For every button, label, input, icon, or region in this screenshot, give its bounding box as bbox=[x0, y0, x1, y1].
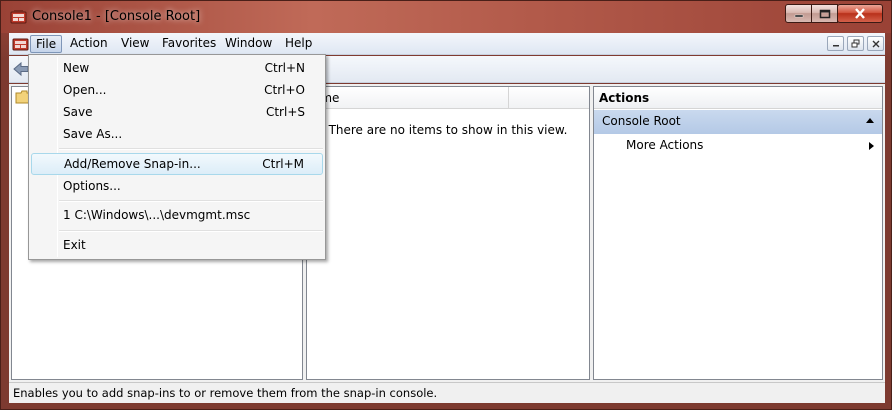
title-bar[interactable]: Console1 - [Console Root] bbox=[1, 1, 891, 33]
menu-item-label: New bbox=[63, 61, 90, 75]
menu-view[interactable]: View bbox=[116, 35, 154, 53]
menu-window[interactable]: Window bbox=[220, 35, 277, 53]
menu-favorites[interactable]: Favorites bbox=[157, 35, 221, 53]
close-icon bbox=[855, 8, 865, 19]
menu-item-recent-file[interactable]: 1 C:\Windows\...\devmgmt.msc bbox=[31, 205, 323, 227]
menu-item-save[interactable]: Save Ctrl+S bbox=[31, 102, 323, 124]
menu-item-label: 1 C:\Windows\...\devmgmt.msc bbox=[63, 208, 251, 222]
window-title: Console1 - [Console Root] bbox=[32, 9, 201, 24]
status-bar: Enables you to add snap-ins to or remove… bbox=[9, 382, 885, 403]
minimize-icon bbox=[832, 44, 839, 46]
menu-item-label: Save As... bbox=[63, 127, 123, 141]
child-minimize-button[interactable] bbox=[827, 36, 844, 51]
child-close-button[interactable] bbox=[867, 36, 884, 51]
maximize-icon bbox=[819, 9, 830, 18]
menu-item-label: Exit bbox=[63, 238, 86, 252]
menu-item-shortcut: Ctrl+O bbox=[264, 83, 305, 97]
menu-item-shortcut: Ctrl+N bbox=[264, 61, 305, 75]
submenu-arrow-icon bbox=[869, 142, 874, 150]
maximize-button[interactable] bbox=[811, 4, 838, 23]
column-divider[interactable] bbox=[508, 87, 509, 109]
menu-item-open[interactable]: Open... Ctrl+O bbox=[31, 80, 323, 102]
close-icon bbox=[872, 40, 879, 47]
close-button[interactable] bbox=[837, 4, 883, 23]
menu-item-label: Add/Remove Snap-in... bbox=[64, 157, 201, 171]
column-header-row: ame bbox=[307, 87, 589, 109]
menu-item-new[interactable]: New Ctrl+N bbox=[31, 58, 323, 80]
more-actions-label: More Actions bbox=[626, 138, 704, 152]
minimize-icon bbox=[794, 14, 803, 17]
menu-file[interactable]: File bbox=[30, 35, 63, 53]
child-restore-button[interactable] bbox=[847, 36, 864, 51]
menu-item-options[interactable]: Options... bbox=[31, 176, 323, 198]
minimize-button[interactable] bbox=[785, 4, 812, 23]
actions-section-console-root[interactable]: Console Root bbox=[594, 110, 882, 134]
menu-item-shortcut: Ctrl+M bbox=[262, 157, 304, 171]
menu-item-save-as[interactable]: Save As... bbox=[31, 124, 323, 146]
menu-item-label: Save bbox=[63, 105, 93, 119]
menu-item-shortcut: Ctrl+S bbox=[265, 105, 305, 119]
menu-item-exit[interactable]: Exit bbox=[31, 235, 323, 257]
results-pane[interactable]: ame There are no items to show in this v… bbox=[306, 86, 590, 380]
menu-item-label: Options... bbox=[63, 179, 121, 193]
menu-separator bbox=[59, 230, 323, 232]
more-actions-item[interactable]: More Actions bbox=[594, 136, 882, 156]
menu-bar: File Action View Favorites Window Help bbox=[9, 33, 885, 55]
actions-pane-title: Actions bbox=[594, 87, 882, 109]
file-menu-dropdown: New Ctrl+N Open... Ctrl+O Save Ctrl+S Sa… bbox=[28, 54, 326, 260]
actions-section-label: Console Root bbox=[602, 114, 681, 128]
menu-separator bbox=[59, 148, 323, 150]
collapse-arrow-icon[interactable] bbox=[866, 118, 874, 123]
menu-item-label: Open... bbox=[63, 83, 107, 97]
menu-help[interactable]: Help bbox=[280, 35, 317, 53]
menu-separator bbox=[59, 200, 323, 202]
actions-pane: Actions Console Root More Actions bbox=[593, 86, 883, 380]
status-text: Enables you to add snap-ins to or remove… bbox=[13, 386, 438, 400]
restore-icon bbox=[851, 39, 860, 48]
empty-list-message: There are no items to show in this view. bbox=[328, 123, 568, 137]
console-icon[interactable] bbox=[12, 36, 29, 52]
menu-item-add-remove-snap-in[interactable]: Add/Remove Snap-in... Ctrl+M bbox=[31, 153, 323, 175]
console-icon bbox=[10, 10, 27, 24]
menu-action[interactable]: Action bbox=[65, 35, 113, 53]
